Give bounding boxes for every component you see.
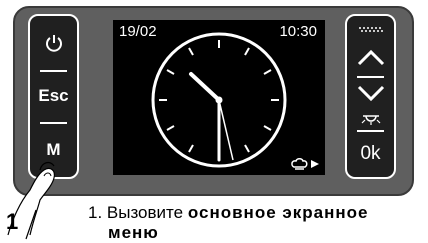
chevron-up-icon [357,49,384,66]
chevron-down-icon [357,85,384,102]
instruction-emphasis-line2: меню [108,223,159,242]
display-screen: 19/02 10:30 [113,20,325,175]
divider [40,122,67,124]
chef-hat-play-icon [291,158,319,170]
right-button-strip: 0k [345,14,396,179]
instruction-emphasis: основное экранное [187,203,369,222]
step-number: 1 [6,209,19,234]
up-button[interactable] [347,42,394,72]
light-icon [361,115,380,125]
down-button[interactable] [347,80,394,108]
esc-button[interactable]: Esc [30,78,77,114]
analog-clock [151,32,287,168]
second-hand [218,99,234,161]
dotted-line-icon [358,27,383,32]
hour-hand [189,72,221,102]
ok-button[interactable]: 0k [347,136,394,172]
power-button[interactable] [30,26,77,60]
top-indicator [347,22,394,36]
instruction-prefix: 1. Вызовите [88,203,184,222]
divider [357,76,384,78]
power-icon [45,35,62,52]
clock-center [215,96,223,104]
divider [40,70,67,72]
instruction-text: 1. Вызовите основное экранное [88,203,369,223]
light-button[interactable] [347,108,394,128]
divider [357,130,384,132]
